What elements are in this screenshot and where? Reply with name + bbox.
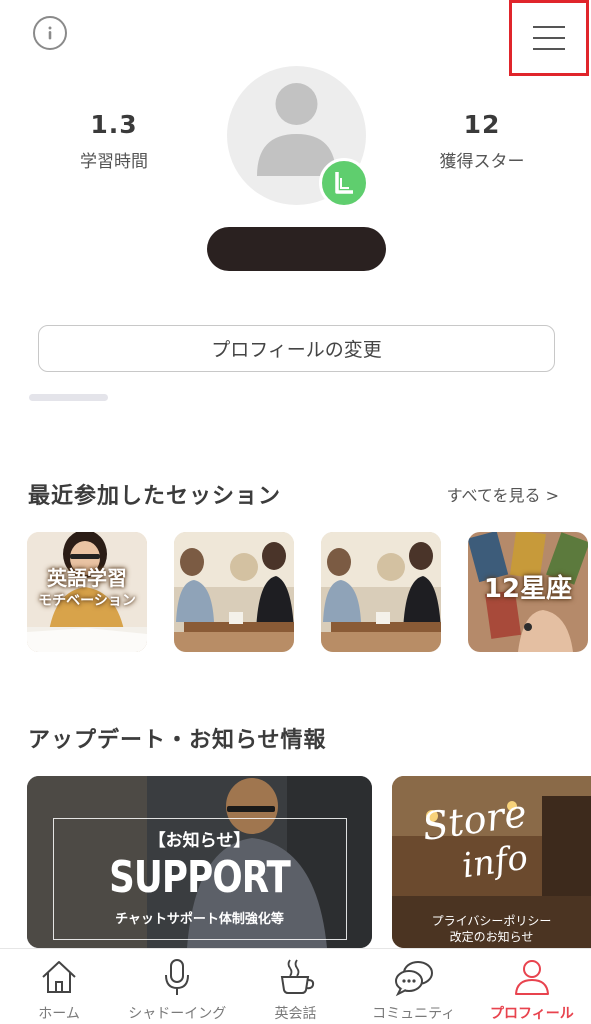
study-time-label: 学習時間: [80, 152, 148, 172]
tab-shadowing[interactable]: シャドーイング: [118, 949, 236, 1024]
section-divider: [29, 394, 108, 401]
news-card-store-info[interactable]: Store info プライバシーポリシー 改定のお知らせ: [392, 776, 591, 948]
session-1-title: 英語学習: [47, 566, 127, 590]
session-thumbnail-3[interactable]: [321, 532, 441, 652]
stars-label: 獲得スター: [439, 152, 525, 172]
hamburger-menu-icon: [533, 26, 565, 50]
session-thumbnail-1[interactable]: 英語学習 モチベーション: [27, 532, 147, 652]
tab-conversation[interactable]: 英会話: [236, 949, 354, 1024]
username-redacted: [207, 227, 386, 271]
support-headline: SUPPORT: [109, 852, 291, 903]
tab-community[interactable]: コミュニティ: [355, 949, 473, 1024]
store-caption-1: プライバシーポリシー: [431, 914, 552, 928]
person-icon: [514, 960, 549, 995]
store-caption-2: 改定のお知らせ: [449, 930, 534, 944]
chat-bubbles-icon: [394, 961, 433, 997]
menu-button[interactable]: [509, 0, 589, 76]
cafe-photo: [321, 532, 441, 652]
microphone-icon: [165, 959, 190, 995]
tab-profile-label: プロフィール: [490, 1006, 574, 1022]
support-tag: 【お知らせ】: [148, 831, 251, 851]
tab-profile[interactable]: プロフィール: [473, 949, 591, 1024]
coffee-cup-icon: [280, 959, 314, 994]
study-time-stat: 1.3 学習時間: [24, 110, 204, 172]
home-icon: [42, 961, 76, 993]
tab-home-label: ホーム: [38, 1006, 80, 1022]
tab-home[interactable]: ホーム: [0, 949, 118, 1024]
bottom-tab-bar: ホーム シャドーイング 英会話 コミュニティ プロフィール: [0, 948, 591, 1024]
support-caption: チャットサポート体制強化等: [115, 912, 284, 927]
tab-shadowing-label: シャドーイング: [128, 1006, 227, 1022]
level-icon: [335, 172, 353, 194]
stars-stat: 12 獲得スター: [392, 110, 572, 172]
session-4-title: 12星座: [483, 574, 573, 604]
news-card-support[interactable]: 【お知らせ】 SUPPORT チャットサポート体制強化等: [27, 776, 372, 948]
recent-sessions-title: 最近参加したセッション: [28, 484, 282, 509]
see-all-link[interactable]: すべてを見る >: [447, 482, 559, 506]
session-thumbnail-4[interactable]: 12星座: [468, 532, 588, 652]
study-time-value: 1.3: [90, 110, 138, 139]
news-section-title: アップデート・お知らせ情報: [28, 728, 327, 753]
edit-profile-button[interactable]: プロフィールの変更: [38, 325, 555, 372]
session-thumbnail-2[interactable]: [174, 532, 294, 652]
tab-conversation-label: 英会話: [274, 1006, 317, 1022]
session-1-subtitle: モチベーション: [38, 593, 136, 609]
info-icon[interactable]: [33, 16, 67, 50]
cafe-photo: [174, 532, 294, 652]
tab-community-label: コミュニティ: [372, 1006, 456, 1022]
stars-value: 12: [463, 110, 501, 139]
level-badge: [319, 158, 369, 208]
